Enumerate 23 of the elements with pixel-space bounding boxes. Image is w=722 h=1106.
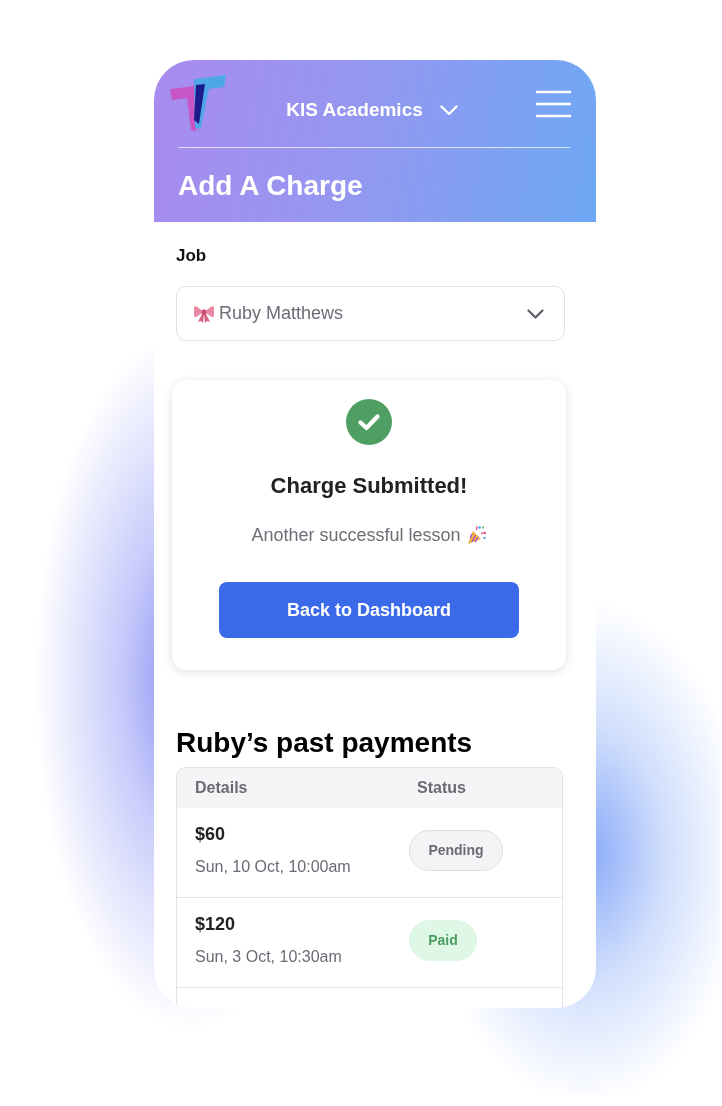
menu-icon[interactable] [536, 89, 571, 118]
payment-date: Sun, 10 Oct, 10:00am [195, 857, 351, 877]
payment-date: Sun, 3 Oct, 10:30am [195, 947, 342, 967]
chevron-down-icon [527, 308, 544, 319]
party-popper-icon [466, 525, 487, 545]
success-message: Another successful lesson [251, 524, 461, 547]
bow-icon [194, 304, 214, 323]
payment-amount: $60 [195, 823, 226, 845]
confirmation-title: Charge Submitted! [270, 472, 468, 500]
section-title: Ruby’s past payments [176, 726, 473, 760]
column-header: Status [417, 779, 466, 797]
t-logo-icon [170, 75, 226, 132]
back-to-dashboard-button[interactable]: Back to Dashboard [219, 582, 519, 638]
payment-amount: $120 [195, 913, 236, 935]
field-label: Job [176, 246, 207, 266]
chevron-down-icon [439, 104, 458, 116]
status-badge: Paid [409, 919, 477, 961]
organization-dropdown[interactable]: KIS Academics [286, 99, 458, 121]
status-badge: Pending [409, 829, 503, 871]
check-circle-icon [346, 399, 392, 445]
page-title: Add A Charge [178, 169, 364, 203]
job-select[interactable]: Ruby Matthews [176, 286, 565, 341]
column-header: Details [195, 779, 248, 797]
